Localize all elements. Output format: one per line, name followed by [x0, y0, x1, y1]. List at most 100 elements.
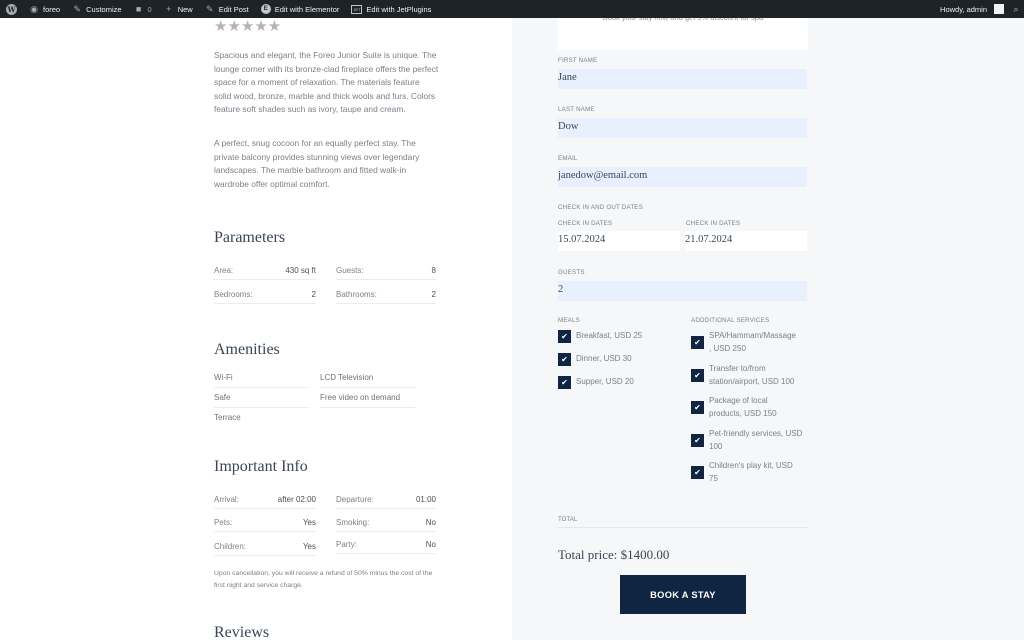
- guests-field[interactable]: 2: [558, 281, 807, 301]
- my-account-menu[interactable]: Howdy, admin: [934, 0, 1010, 18]
- info-value: No: [425, 540, 436, 549]
- important-info-heading: Important Info: [214, 458, 308, 475]
- info-pets: Pets: Yes: [214, 514, 316, 532]
- param-bedrooms: Bedrooms: 2: [214, 286, 316, 304]
- param-value: 430 sq ft: [285, 266, 316, 275]
- info-smoking: Smoking: No: [336, 514, 436, 532]
- service-label: Children's play kit, USD 75: [709, 461, 793, 483]
- edit-post-link[interactable]: ✎ Edit Post: [199, 0, 255, 18]
- checkbox-checked-icon[interactable]: ✔: [691, 369, 704, 382]
- last-name-label: LAST NAME: [558, 106, 595, 113]
- checkbox-checked-icon[interactable]: ✔: [691, 466, 704, 479]
- total-divider: [558, 527, 807, 528]
- first-name-label: FIRST NAME: [558, 57, 598, 64]
- comments-link[interactable]: ■ 0: [128, 0, 158, 18]
- customize-label: Customize: [86, 4, 122, 14]
- guests-label: GUESTS: [558, 269, 585, 276]
- total-price: Total price: $1400.00: [558, 547, 670, 562]
- check-in-label: CHECK IN DATES: [558, 220, 613, 227]
- new-content-link[interactable]: + New: [158, 0, 199, 18]
- checkbox-checked-icon[interactable]: ✔: [558, 330, 571, 343]
- param-label: Bathrooms:: [336, 290, 377, 299]
- amenities-heading: Amenities: [214, 341, 280, 358]
- amenity-item: Wi-Fi: [214, 368, 309, 388]
- howdy-label: Howdy, admin: [940, 4, 987, 14]
- meal-option-breakfast[interactable]: ✔ Breakfast, USD 25: [558, 329, 642, 343]
- param-bathrooms: Bathrooms: 2: [336, 286, 436, 304]
- checkbox-checked-icon[interactable]: ✔: [691, 401, 704, 414]
- info-value: 01:00: [415, 495, 436, 504]
- info-value: after 02:00: [277, 495, 316, 504]
- info-label: Smoking:: [336, 518, 370, 527]
- info-label: Departure:: [336, 495, 374, 504]
- param-value: 2: [311, 290, 316, 299]
- dates-label: CHECK IN AND OUT DATES: [558, 204, 643, 211]
- edit-jetplugins-link[interactable]: JET Edit with JetPlugins: [345, 0, 437, 18]
- services-label: ADDDITIONAL SERVICES: [691, 317, 770, 324]
- checkbox-checked-icon[interactable]: ✔: [691, 434, 704, 447]
- param-value: 2: [431, 290, 436, 299]
- edit-jetplugins-label: Edit with JetPlugins: [366, 4, 432, 14]
- book-a-stay-button[interactable]: BOOK A STAY: [620, 575, 746, 614]
- wp-admin-bar: W ◉ foreo ✎ Customize ■ 0 + New ✎ Edit P…: [0, 0, 1024, 18]
- info-value: No: [425, 518, 436, 527]
- checkbox-checked-icon[interactable]: ✔: [558, 376, 571, 389]
- elementor-icon: E: [260, 4, 271, 14]
- service-option-spa[interactable]: ✔ SPA/Hammam/Massage, USD 250: [691, 329, 796, 355]
- comments-count: 0: [147, 4, 152, 14]
- email-label: EMAIL: [558, 155, 578, 162]
- email-field[interactable]: janedow@email.com: [558, 167, 807, 187]
- last-name-field[interactable]: Dow: [558, 118, 807, 138]
- room-description-1: Spacious and elegant, the Foreo Junior S…: [214, 50, 439, 115]
- check-in-field[interactable]: 15.07.2024: [558, 231, 680, 251]
- parameters-heading: Parameters: [214, 229, 286, 246]
- service-label: SPA/Hammam/Massage, USD 250: [709, 331, 796, 353]
- service-label: Transfer to/from station/airport, USD 100: [709, 364, 795, 386]
- first-name-field[interactable]: Jane: [558, 69, 807, 89]
- info-arrival: Arrival: after 02:00: [214, 491, 316, 509]
- plus-icon: +: [166, 4, 172, 14]
- param-label: Bedrooms:: [214, 290, 253, 299]
- site-name: foreo: [43, 4, 61, 14]
- meal-label: Dinner, USD 30: [576, 354, 632, 363]
- checkbox-checked-icon[interactable]: ✔: [558, 353, 571, 366]
- avatar: [994, 4, 1004, 14]
- service-option-transfer[interactable]: ✔ Transfer to/from station/airport, USD 1…: [691, 362, 794, 388]
- service-option-local-products[interactable]: ✔ Package of local products, USD 150: [691, 394, 777, 420]
- service-option-pet-friendly[interactable]: ✔ Pet-friendly services, USD 100: [691, 427, 802, 453]
- cancellation-note: Upon cancellation, you will receive a re…: [214, 570, 433, 589]
- rating-stars: ★★★★★: [214, 17, 282, 35]
- promo-banner: Book your stay now and get 5% discount f…: [558, 18, 808, 50]
- info-label: Arrival:: [214, 495, 239, 504]
- total-label: TOTAL: [558, 516, 578, 523]
- info-label: Pets:: [214, 518, 233, 527]
- checkbox-checked-icon[interactable]: ✔: [691, 336, 704, 349]
- meal-option-supper[interactable]: ✔ Supper, USD 20: [558, 375, 634, 389]
- wp-logo-menu[interactable]: W: [0, 0, 23, 18]
- service-option-childrens-kit[interactable]: ✔ Children's play kit, USD 75: [691, 459, 793, 485]
- edit-elementor-label: Edit with Elementor: [274, 4, 340, 14]
- info-value: Yes: [302, 518, 316, 527]
- reviews-heading: Reviews: [214, 624, 270, 640]
- param-label: Area:: [214, 266, 234, 275]
- meal-label: Breakfast, USD 25: [576, 331, 643, 340]
- meal-option-dinner[interactable]: ✔ Dinner, USD 30: [558, 352, 632, 366]
- edit-elementor-link[interactable]: E Edit with Elementor: [255, 0, 346, 18]
- edit-post-label: Edit Post: [218, 4, 249, 14]
- room-description-2: A perfect, snug cocoon for an equally pe…: [214, 138, 420, 189]
- new-label: New: [177, 4, 193, 14]
- search-icon[interactable]: ⌕: [1010, 3, 1022, 15]
- pencil-icon: ✎: [205, 3, 214, 14]
- info-party: Party: No: [336, 536, 436, 554]
- amenity-item: Safe: [214, 388, 309, 408]
- site-name-link[interactable]: ◉ foreo: [23, 0, 66, 18]
- room-details: ★★★★★ Spacious and elegant, the Foreo Ju…: [0, 18, 512, 640]
- dashboard-icon: ◉: [30, 3, 38, 14]
- info-departure: Departure: 01:00: [336, 491, 436, 509]
- customize-link[interactable]: ✎ Customize: [66, 0, 127, 18]
- check-out-label: CHECK IN DATES: [686, 220, 741, 227]
- param-label: Guests:: [336, 266, 364, 275]
- service-label: Pet-friendly services, USD 100: [709, 429, 803, 451]
- check-out-field[interactable]: 21.07.2024: [685, 231, 807, 251]
- meal-label: Supper, USD 20: [576, 377, 634, 386]
